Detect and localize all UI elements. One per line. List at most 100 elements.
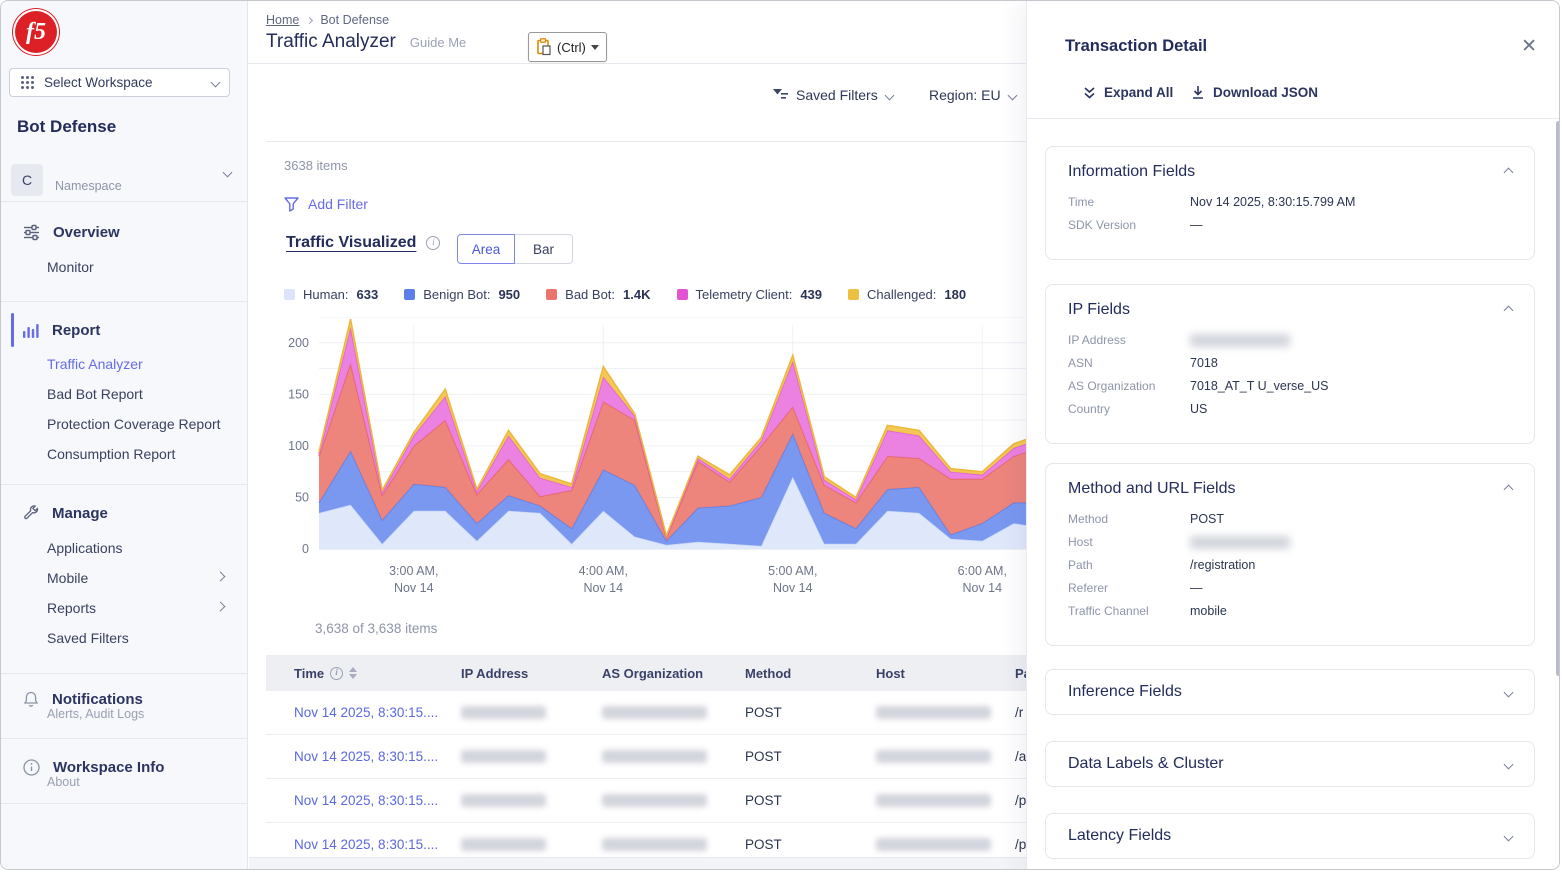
sort-icon[interactable] (349, 667, 357, 679)
redacted-ip-address (461, 838, 546, 851)
chevron-right-icon (216, 572, 226, 582)
legend-label: Bad Bot: (565, 287, 615, 302)
chevron-down-icon[interactable] (1504, 759, 1514, 769)
page-title: Traffic Analyzer (266, 31, 396, 53)
transaction-time-link[interactable]: Nov 14 2025, 8:30:15.... (294, 793, 438, 808)
funnel-icon (284, 197, 299, 212)
sidebar-item-protection-coverage-report[interactable]: Protection Coverage Report (47, 411, 221, 437)
detail-value: Nov 14 2025, 8:30:15.799 AM (1190, 195, 1355, 209)
redacted-ip-address (461, 750, 546, 763)
grid-icon (20, 75, 35, 90)
traffic-area-chart[interactable]: 0501001502003:00 AM,Nov 144:00 AM,Nov 14… (269, 317, 1079, 603)
svg-text:Nov 14: Nov 14 (583, 581, 623, 595)
sidebar-item-report[interactable]: Report (1, 312, 248, 348)
info-icon[interactable]: i (426, 236, 440, 250)
expand-all-label: Expand All (1104, 85, 1173, 100)
panel-section-ip-fields: IP FieldsIP AddressASN7018AS Organizatio… (1045, 284, 1535, 444)
section-title: Inference Fields (1068, 683, 1182, 701)
sidebar-item-sublabel: Alerts, Audit Logs (47, 707, 144, 721)
legend-label: Telemetry Client: (696, 287, 793, 302)
divider (1, 673, 248, 674)
legend-item[interactable]: Challenged: 180 (848, 287, 966, 302)
sidebar-item-saved-filters[interactable]: Saved Filters (47, 625, 129, 651)
detail-value: POST (1190, 512, 1224, 526)
redacted-value (1190, 536, 1290, 549)
transaction-time-link[interactable]: Nov 14 2025, 8:30:15.... (294, 705, 438, 720)
chevron-up-icon[interactable] (1504, 484, 1514, 494)
detail-label: Country (1068, 402, 1190, 416)
paste-options-button[interactable]: (Ctrl) (528, 32, 607, 62)
horizontal-scrollbar-track[interactable] (249, 857, 1026, 870)
sidebar-item-consumption-report[interactable]: Consumption Report (47, 441, 175, 467)
legend-item[interactable]: Human: 633 (284, 287, 378, 302)
detail-label: IP Address (1068, 333, 1190, 347)
sidebar-item-manage[interactable]: Manage (1, 495, 248, 531)
chevron-up-icon[interactable] (1504, 305, 1514, 315)
method-cell: POST (745, 705, 876, 720)
legend-item[interactable]: Bad Bot: 1.4K (546, 287, 650, 302)
area-view-button[interactable]: Area (457, 234, 515, 264)
caret-down-icon (591, 45, 599, 50)
column-header-time[interactable]: Time i (294, 666, 461, 681)
chevron-down-icon[interactable] (1504, 687, 1514, 697)
sidebar-item-sublabel: About (47, 775, 80, 789)
detail-row: Referer— (1068, 581, 1512, 595)
legend-value: 180 (944, 287, 966, 302)
column-header-host[interactable]: Host (876, 666, 1015, 681)
legend-item[interactable]: Telemetry Client: 439 (677, 287, 823, 302)
sidebar-item-traffic-analyzer[interactable]: Traffic Analyzer (47, 351, 143, 377)
detail-label: Path (1068, 558, 1190, 572)
sidebar-item-monitor[interactable]: Monitor (47, 254, 94, 280)
column-header-method[interactable]: Method (745, 666, 876, 681)
divider (1, 301, 248, 302)
sidebar-item-applications[interactable]: Applications (47, 535, 123, 561)
redacted-as-organization (602, 750, 707, 763)
sidebar-item-reports[interactable]: Reports (47, 595, 96, 621)
traffic-visualized-title: Traffic Visualized (286, 234, 416, 252)
column-header-ip[interactable]: IP Address (461, 666, 602, 681)
f5-logo-icon[interactable]: f5 (13, 9, 59, 55)
legend-swatch (546, 289, 557, 300)
detail-row: Path/registration (1068, 558, 1512, 572)
sidebar-item-label: Manage (52, 505, 108, 522)
sidebar-item-mobile[interactable]: Mobile (47, 565, 88, 591)
redacted-as-organization (602, 838, 707, 851)
redacted-value (1190, 334, 1290, 347)
chevron-down-icon (884, 90, 894, 100)
panel-title: Transaction Detail (1065, 37, 1207, 56)
legend-swatch (848, 289, 859, 300)
chevron-up-icon[interactable] (1504, 167, 1514, 177)
close-icon[interactable]: ✕ (1521, 35, 1537, 58)
namespace-avatar: C (11, 164, 43, 196)
workspace-selector-label: Select Workspace (44, 75, 153, 90)
guide-me-link[interactable]: Guide Me (410, 35, 466, 50)
legend-item[interactable]: Benign Bot: 950 (404, 287, 520, 302)
transaction-time-link[interactable]: Nov 14 2025, 8:30:15.... (294, 837, 438, 852)
region-dropdown[interactable]: Region: EU (929, 87, 1016, 103)
info-icon[interactable]: i (330, 667, 343, 680)
transaction-time-link[interactable]: Nov 14 2025, 8:30:15.... (294, 749, 438, 764)
redacted-ip-address (461, 706, 546, 719)
product-title: Bot Defense (17, 117, 116, 137)
bar-view-button[interactable]: Bar (515, 234, 573, 264)
saved-filters-dropdown[interactable]: Saved Filters (773, 87, 893, 103)
sidebar-item-bad-bot-report[interactable]: Bad Bot Report (47, 381, 143, 407)
breadcrumb-home-link[interactable]: Home (266, 13, 299, 27)
detail-value: US (1190, 402, 1207, 416)
detail-row: TimeNov 14 2025, 8:30:15.799 AM (1068, 195, 1512, 209)
sidebar-item-label: Report (52, 322, 100, 339)
workspace-selector[interactable]: Select Workspace (9, 68, 230, 97)
expand-all-button[interactable]: Expand All (1083, 85, 1173, 100)
add-filter-button[interactable]: Add Filter (284, 196, 368, 212)
namespace-selector[interactable]: C Namespace (11, 156, 238, 196)
vertical-scrollbar[interactable] (1556, 121, 1560, 676)
download-json-button[interactable]: Download JSON (1191, 85, 1318, 100)
chevron-down-icon[interactable] (1504, 831, 1514, 841)
detail-label: Traffic Channel (1068, 604, 1190, 618)
sidebar-item-label: Workspace Info (53, 759, 164, 776)
sidebar-item-workspace-info[interactable]: Workspace Info (1, 749, 248, 785)
legend-label: Human: (303, 287, 349, 302)
sidebar-item-overview[interactable]: Overview (1, 214, 248, 250)
column-header-as-org[interactable]: AS Organization (602, 666, 745, 681)
method-cell: POST (745, 837, 876, 852)
